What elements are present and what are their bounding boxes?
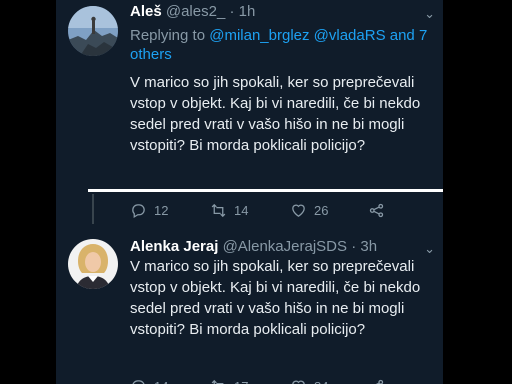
retweet-icon xyxy=(211,379,224,384)
chevron-down-icon[interactable]: ⌄ xyxy=(424,241,435,257)
tweet-header: Alenka Jeraj @AlenkaJerajSDS · 3h xyxy=(130,238,377,255)
tweet-ales[interactable]: Aleš @ales2_ · 1h ⌄ Replying to @milan_b… xyxy=(56,0,443,190)
retweet-count: 17 xyxy=(234,379,248,384)
reply-icon xyxy=(132,379,145,384)
reply-count: 14 xyxy=(154,379,168,384)
tweet-time[interactable]: · 3h xyxy=(351,238,377,255)
divider xyxy=(88,189,443,192)
tweet-time[interactable]: · 1h xyxy=(229,3,255,20)
author-name[interactable]: Alenka Jeraj xyxy=(130,238,218,255)
author-name[interactable]: Aleš xyxy=(130,3,162,20)
reply-button[interactable]: 14 xyxy=(130,376,168,384)
screenshot-frame: Aleš @ales2_ · 1h ⌄ Replying to @milan_b… xyxy=(56,0,443,384)
replying-to-label: Replying to xyxy=(130,27,210,44)
tweet-alenka[interactable]: Alenka Jeraj @AlenkaJerajSDS · 3h ⌄ V ma… xyxy=(56,196,443,384)
avatar-alenka[interactable] xyxy=(68,239,118,289)
share-button[interactable] xyxy=(368,376,392,384)
tweet-actions: 14 17 84 xyxy=(130,376,430,384)
tweet-text: V marico so jih spokali, ker so prepreče… xyxy=(130,258,421,338)
retweet-button[interactable]: 17 xyxy=(210,376,248,384)
chevron-down-icon[interactable]: ⌄ xyxy=(424,6,435,22)
like-count: 84 xyxy=(314,379,328,384)
share-icon xyxy=(370,379,384,384)
replying-to: Replying to @milan_brglez @vladaRS and 7… xyxy=(130,26,436,64)
tweet-text: V marico so jih spokali, ker so prepreče… xyxy=(130,74,421,154)
heart-icon xyxy=(292,380,305,384)
avatar-ales[interactable] xyxy=(68,6,118,56)
like-button[interactable]: 84 xyxy=(290,376,328,384)
author-handle[interactable]: @ales2_ xyxy=(166,3,225,20)
tweet-header: Aleš @ales2_ · 1h xyxy=(130,3,255,20)
author-handle[interactable]: @AlenkaJerajSDS xyxy=(223,238,347,255)
